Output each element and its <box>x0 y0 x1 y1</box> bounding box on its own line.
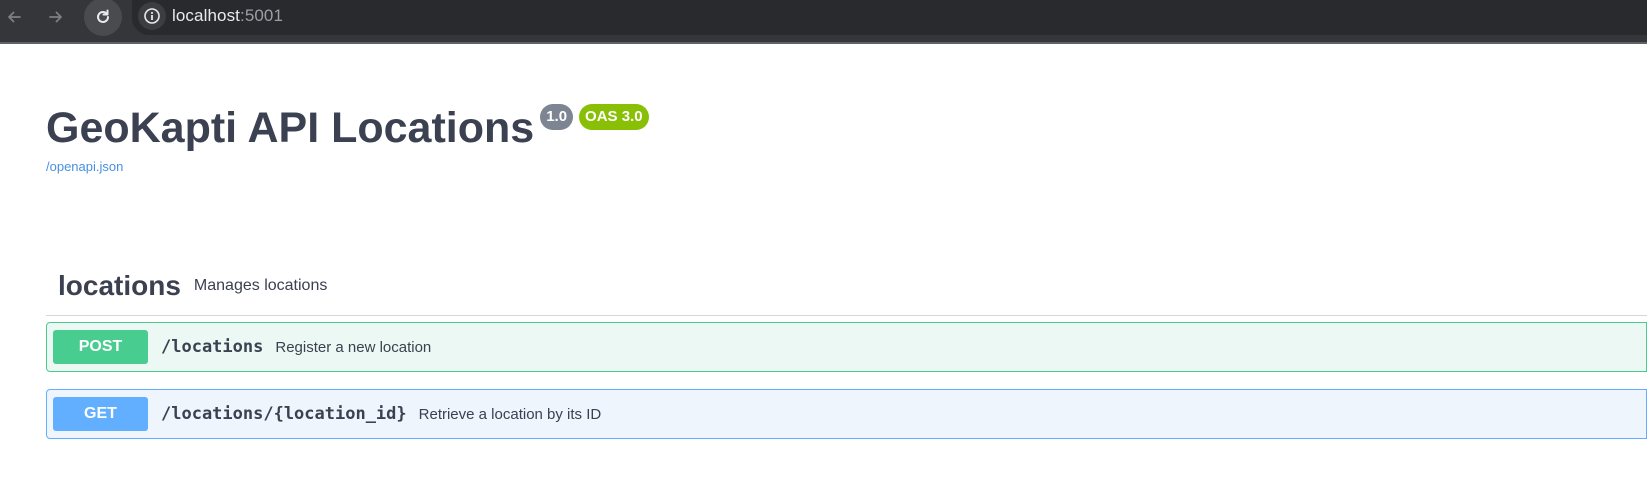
url-host: localhost <box>172 6 240 25</box>
tag-header[interactable]: locations Manages locations <box>46 256 1647 316</box>
operation-summary: Retrieve a location by its ID <box>418 405 602 423</box>
reload-button[interactable] <box>84 0 122 36</box>
api-info: GeoKapti API Locations 1.0 OAS 3.0 /open… <box>46 100 649 174</box>
operation-get-location-by-id[interactable]: GET /locations/{location_id} Retrieve a … <box>46 389 1647 439</box>
page-title: GeoKapti API Locations <box>46 104 535 152</box>
method-badge-post: POST <box>53 330 148 364</box>
operation-summary: Register a new location <box>275 338 432 356</box>
tag-description: Manages locations <box>193 276 328 294</box>
title-row: GeoKapti API Locations 1.0 OAS 3.0 <box>46 100 649 156</box>
info-icon <box>144 8 160 24</box>
url-text: localhost:5001 <box>172 6 283 26</box>
oas-badge: OAS 3.0 <box>579 104 649 130</box>
arrow-right-icon <box>49 11 62 23</box>
arrow-left-icon <box>8 11 21 23</box>
browser-toolbar: localhost:5001 <box>0 0 1647 44</box>
address-bar[interactable]: localhost:5001 <box>132 0 1647 35</box>
tag-name: locations <box>58 269 181 301</box>
operation-path: /locations/{location_id} <box>161 404 407 424</box>
version-badge: 1.0 <box>540 104 574 130</box>
site-info-button[interactable] <box>138 2 166 30</box>
operation-post-locations[interactable]: POST /locations Register a new location <box>46 322 1647 372</box>
openapi-spec-link[interactable]: /openapi.json <box>46 159 649 174</box>
back-button[interactable] <box>0 0 31 34</box>
forward-button[interactable] <box>39 0 73 34</box>
tag-section-locations: locations Manages locations POST /locati… <box>46 256 1647 439</box>
url-port: :5001 <box>240 6 284 25</box>
method-badge-get: GET <box>53 397 148 431</box>
operation-path: /locations <box>161 337 264 357</box>
reload-icon <box>97 9 109 23</box>
